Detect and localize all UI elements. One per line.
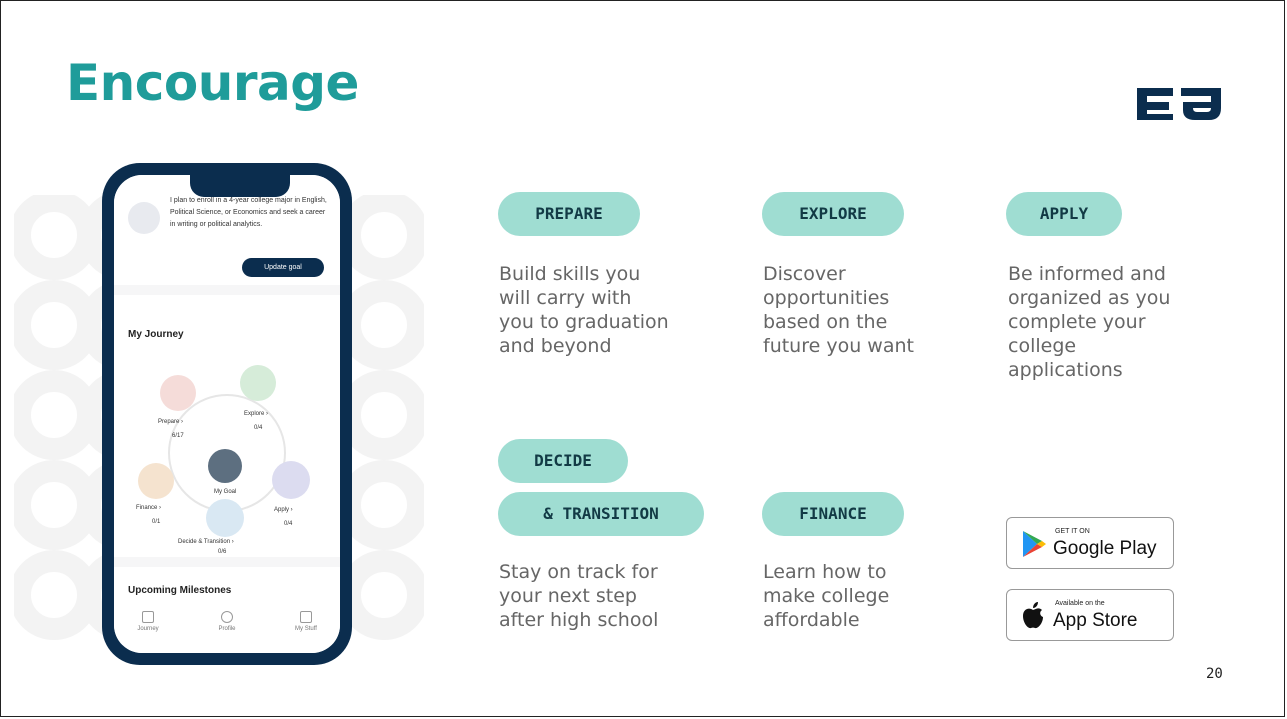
goal-target-icon	[128, 202, 160, 234]
tab-journey-label: Journey	[137, 626, 159, 632]
google-play-small-text: GET IT ON	[1055, 528, 1090, 535]
google-play-badge[interactable]: GET IT ON Google Play	[1006, 517, 1174, 569]
apply-desc-line: organized as you	[1008, 287, 1171, 309]
decide-desc-line: after high school	[499, 609, 659, 631]
finance-desc-line: make college	[763, 585, 890, 607]
apply-desc-line: college	[1008, 335, 1077, 357]
folder-icon	[300, 611, 312, 623]
person-icon	[221, 611, 233, 623]
tab-profile-label: Profile	[218, 626, 236, 632]
milestones-card: Upcoming Milestones Journey Profile My S…	[114, 567, 340, 653]
prepare-desc-line: and beyond	[499, 335, 612, 357]
finance-description: Learn how to make college affordable	[763, 560, 983, 632]
prepare-node-icon[interactable]	[160, 375, 196, 411]
tab-my-stuff-label: My Stuff	[295, 626, 317, 632]
decide-pill: DECIDE	[498, 439, 628, 483]
prepare-node-count: 6/17	[172, 433, 184, 439]
tab-profile[interactable]: Profile	[207, 611, 247, 632]
explore-pill: EXPLORE	[762, 192, 904, 236]
apply-desc-line: applications	[1008, 359, 1123, 381]
goal-text: I plan to enroll in a 4-year college maj…	[170, 197, 327, 228]
decide-desc-line: Stay on track for	[499, 561, 658, 583]
apply-node-icon[interactable]	[272, 461, 310, 499]
explore-description: Discover opportunities based on the futu…	[763, 262, 983, 358]
my-goal-center-icon[interactable]	[208, 449, 242, 483]
apply-description: Be informed and organized as you complet…	[1008, 262, 1228, 382]
decide-desc-line: your next step	[499, 585, 637, 607]
tab-my-stuff[interactable]: My Stuff	[286, 611, 326, 632]
finance-node-count: 0/1	[152, 519, 161, 525]
decide-node-count: 0/6	[218, 549, 227, 555]
explore-node-count: 0/4	[254, 425, 263, 431]
explore-desc-line: future you want	[763, 335, 914, 357]
apply-desc-line: complete your	[1008, 311, 1146, 333]
decide-description: Stay on track for your next step after h…	[499, 560, 719, 632]
apply-desc-line: Be informed and	[1008, 263, 1166, 285]
page-number: 20	[1206, 666, 1223, 682]
my-goal-label: My Goal	[214, 489, 237, 495]
apply-node-count: 0/4	[284, 521, 293, 527]
apply-pill: APPLY	[1006, 192, 1122, 236]
finance-pill: FINANCE	[762, 492, 904, 536]
prepare-description: Build skills you will carry with you to …	[499, 262, 719, 358]
phone-mockup: I plan to enroll in a 4-year college maj…	[102, 163, 352, 665]
transition-pill: & TRANSITION	[498, 492, 704, 536]
milestones-title: Upcoming Milestones	[128, 585, 232, 596]
explore-node-label: Explore ›	[244, 411, 269, 417]
prepare-desc-line: Build skills you	[499, 263, 641, 285]
app-store-badge[interactable]: Available on the App Store	[1006, 589, 1174, 641]
explore-desc-line: Discover	[763, 263, 846, 285]
google-play-text: Google Play	[1053, 538, 1157, 559]
phone-screen: I plan to enroll in a 4-year college maj…	[114, 175, 340, 653]
explore-desc-line: based on the	[763, 311, 888, 333]
update-goal-button[interactable]: Update goal	[242, 258, 324, 277]
explore-node-icon[interactable]	[240, 365, 276, 401]
tab-journey[interactable]: Journey	[128, 611, 168, 632]
brand-logo-icon	[1137, 88, 1221, 120]
google-play-icon	[1023, 531, 1046, 557]
page-title: Encourage	[66, 54, 359, 112]
prepare-desc-line: will carry with	[499, 287, 632, 309]
apple-icon	[1023, 602, 1043, 629]
decide-node-icon[interactable]	[206, 499, 244, 537]
finance-node-icon[interactable]	[138, 463, 174, 499]
finance-desc-line: affordable	[763, 609, 860, 631]
decide-node-label: Decide & Transition ›	[178, 539, 234, 545]
prepare-desc-line: you to graduation	[499, 311, 669, 333]
finance-node-label: Finance ›	[136, 505, 162, 511]
phone-notch	[190, 175, 290, 197]
apply-node-label: Apply ›	[274, 507, 293, 513]
app-store-small-text: Available on the	[1055, 600, 1105, 607]
explore-desc-line: opportunities	[763, 287, 890, 309]
prepare-pill: PREPARE	[498, 192, 640, 236]
prepare-node-label: Prepare ›	[158, 419, 184, 425]
bottom-tab-bar: Journey Profile My Stuff	[114, 605, 340, 653]
home-icon	[142, 611, 154, 623]
journey-card: My Journey Prepare › 6/17 Explore › 0/4 …	[114, 295, 340, 557]
finance-desc-line: Learn how to	[763, 561, 887, 583]
app-store-text: App Store	[1053, 610, 1138, 631]
